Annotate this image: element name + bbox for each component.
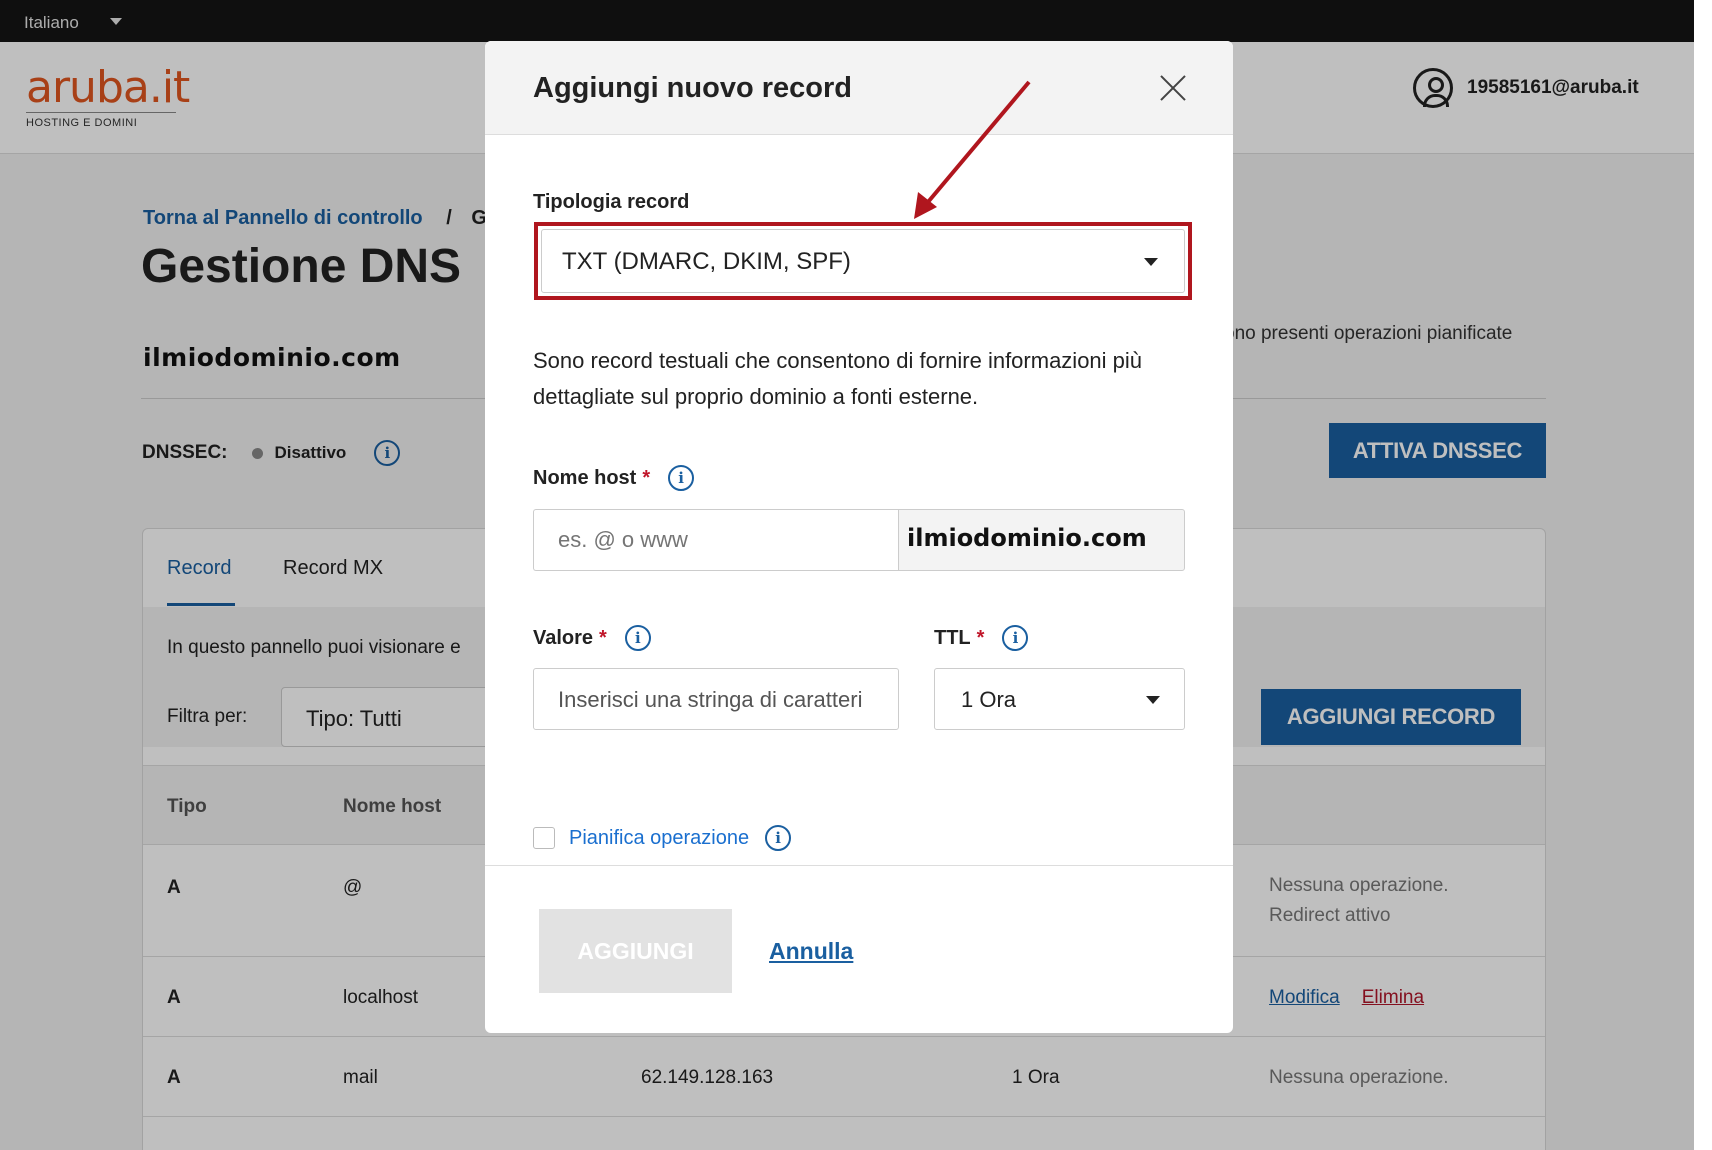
host-label-text: Nome host [533, 466, 637, 489]
schedule-operation: Pianifica operazione i [533, 825, 792, 851]
required-mark: * [976, 626, 985, 649]
ttl-select[interactable]: 1 Ora [934, 668, 1185, 730]
schedule-checkbox[interactable] [533, 827, 555, 849]
submit-button[interactable]: AGGIUNGI [539, 909, 732, 993]
info-icon[interactable]: i [668, 465, 695, 491]
ttl-label-text: TTL [934, 626, 971, 649]
schedule-label[interactable]: Pianifica operazione [569, 827, 749, 850]
close-icon[interactable] [1158, 73, 1188, 103]
required-mark: * [642, 466, 651, 489]
ttl-label: TTL * i [934, 625, 1029, 651]
value-input[interactable]: Inserisci una stringa di caratteri [533, 668, 899, 730]
cancel-link[interactable]: Annulla [769, 938, 853, 965]
info-icon[interactable]: i [624, 625, 651, 651]
required-mark: * [599, 626, 607, 649]
dialog-header: Aggiungi nuovo record [485, 41, 1233, 135]
dialog-title: Aggiungi nuovo record [533, 72, 852, 104]
ttl-value: 1 Ora [961, 687, 1017, 712]
value-label: Valore * i [533, 625, 651, 651]
record-type-description: Sono record testuali che consentono di f… [533, 348, 1143, 409]
host-label: Nome host * i [533, 465, 695, 491]
add-record-dialog: Aggiungi nuovo record Tipologia record T… [485, 41, 1233, 1033]
page-edge [1694, 0, 1712, 1150]
record-type-select[interactable]: TXT (DMARC, DKIM, SPF) [541, 229, 1185, 293]
value-label-text: Valore [533, 626, 594, 649]
caret-down-icon [1144, 258, 1158, 266]
record-type-value: TXT (DMARC, DKIM, SPF) [562, 248, 851, 275]
caret-down-icon [1146, 696, 1160, 704]
info-icon[interactable]: i [1002, 625, 1029, 651]
record-type-label-text: Tipologia record [533, 191, 690, 213]
dialog-footer-divider [485, 865, 1233, 866]
host-domain-suffix: ilmiodominio.com [898, 509, 1185, 571]
host-input[interactable] [533, 509, 899, 571]
info-icon[interactable]: i [765, 825, 792, 851]
record-type-label: Tipologia record [533, 191, 689, 214]
